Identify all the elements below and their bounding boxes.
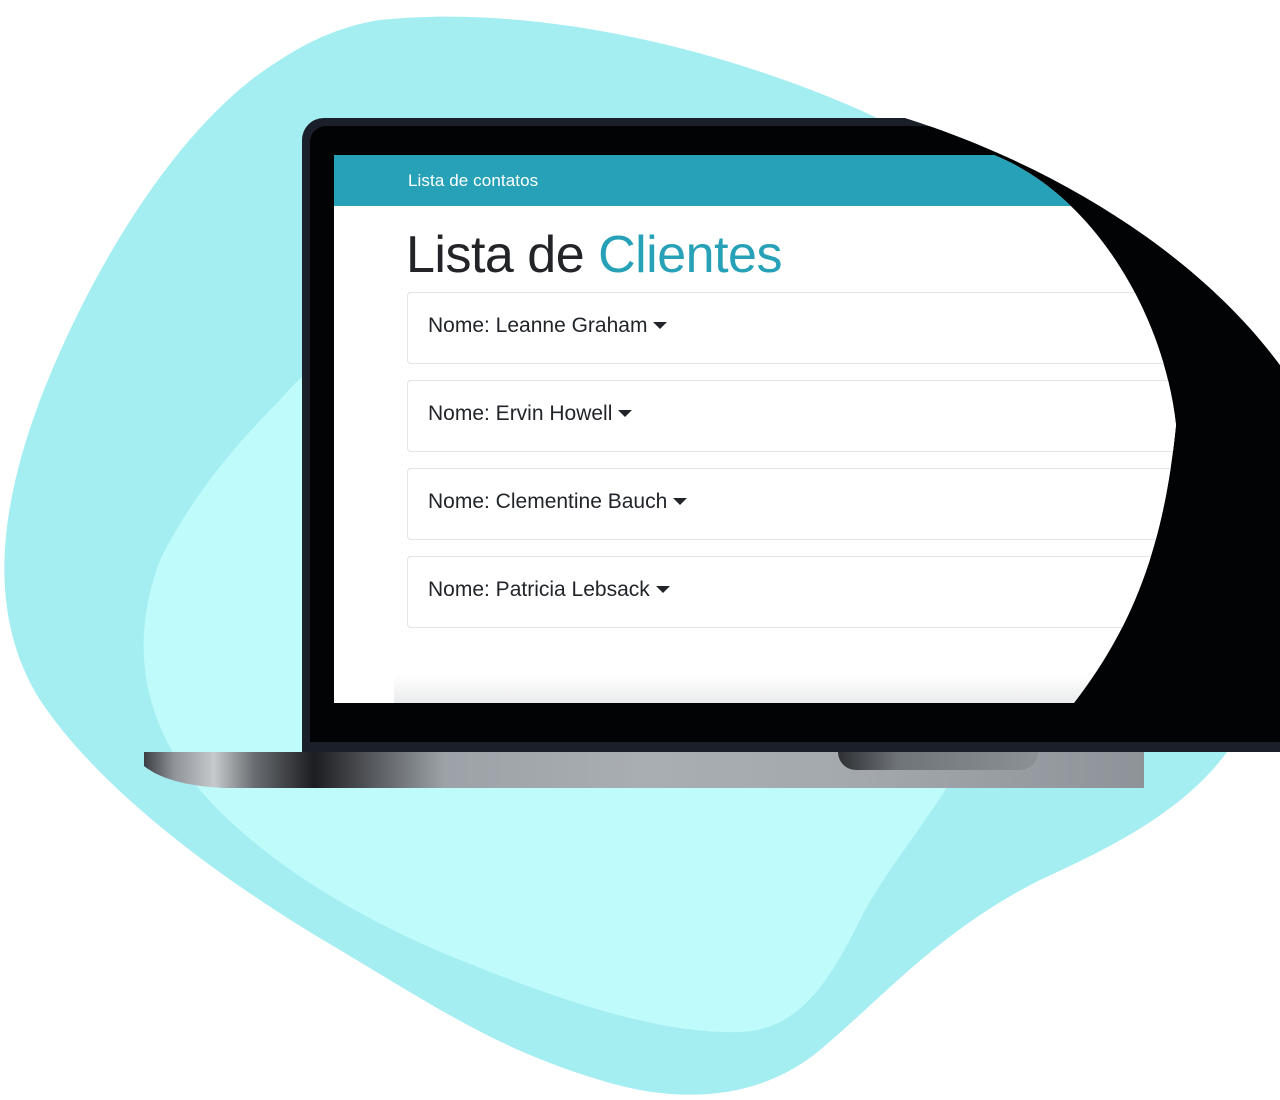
client-card[interactable]: Nome: Ervin Howell — [407, 380, 1227, 452]
client-card[interactable]: Nome: Leanne Graham — [407, 292, 1227, 364]
illustration-scene: Lista de contatos Lista de Clientes Nome… — [0, 0, 1280, 1100]
app-screen: Lista de contatos Lista de Clientes Nome… — [334, 155, 1214, 703]
navbar-brand-link[interactable]: Lista de contatos — [408, 171, 538, 191]
client-name: Nome: Clementine Bauch — [428, 490, 668, 513]
client-card-header[interactable]: Nome: Ervin Howell — [428, 402, 632, 426]
client-card[interactable]: Nome: Patricia Lebsack — [407, 556, 1227, 628]
caret-down-icon[interactable] — [656, 586, 670, 593]
screen-footer-shadow — [394, 675, 1094, 703]
laptop-notch — [838, 752, 1038, 770]
client-name: Nome: Patricia Lebsack — [428, 578, 650, 601]
caret-down-icon[interactable] — [618, 410, 632, 417]
client-name: Nome: Ervin Howell — [428, 402, 613, 425]
page-title: Lista de Clientes — [406, 225, 782, 285]
client-card-header[interactable]: Nome: Leanne Graham — [428, 314, 667, 338]
caret-down-icon[interactable] — [673, 498, 687, 505]
client-card-header[interactable]: Nome: Clementine Bauch — [428, 490, 687, 514]
client-name: Nome: Leanne Graham — [428, 314, 648, 337]
caret-down-icon[interactable] — [653, 322, 667, 329]
page-title-accent: Clientes — [598, 226, 782, 284]
client-card[interactable]: Nome: Clementine Bauch — [407, 468, 1227, 540]
page-title-prefix: Lista de — [406, 226, 599, 284]
client-card-header[interactable]: Nome: Patricia Lebsack — [428, 578, 670, 602]
